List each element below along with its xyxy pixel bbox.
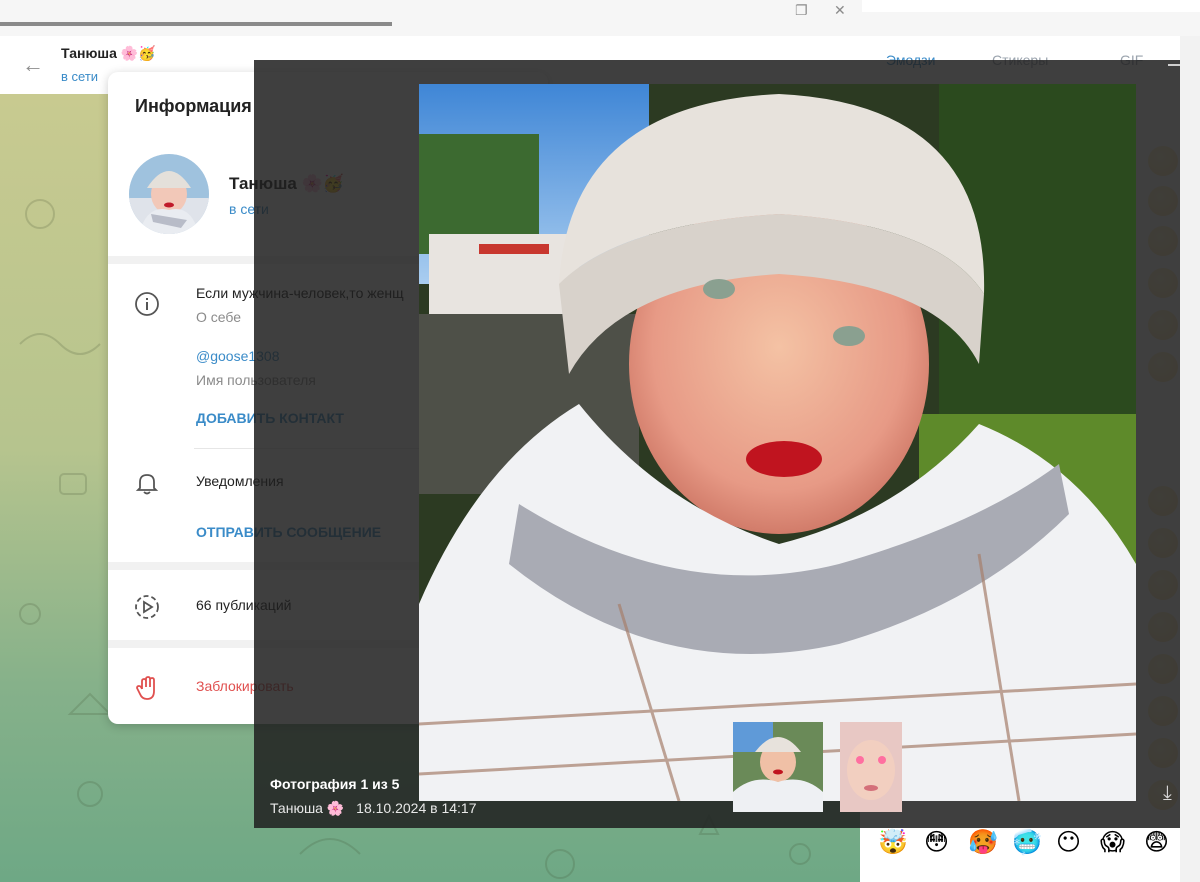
close-icon[interactable]: ✕ bbox=[834, 2, 846, 19]
main-photo[interactable] bbox=[419, 84, 1136, 801]
viewer-caption-meta: Танюша 🌸 18.10.2024 в 14:17 bbox=[270, 800, 477, 817]
titlebar-right-area bbox=[862, 0, 1200, 12]
chat-title[interactable]: Танюша 🌸🥳 bbox=[61, 45, 156, 62]
dialog-title: Информация bbox=[135, 96, 252, 116]
emoji-exploding-head[interactable]: 🤯 bbox=[878, 828, 908, 857]
thumbnail-1[interactable] bbox=[733, 722, 823, 812]
bell-icon bbox=[134, 470, 160, 496]
viewer-author[interactable]: Танюша 🌸 bbox=[270, 800, 344, 816]
viewer-date: 18.10.2024 в 14:17 bbox=[356, 800, 477, 816]
emoji-fearful[interactable]: 😨 bbox=[1144, 828, 1169, 857]
restore-window-icon[interactable]: ❐ bbox=[795, 2, 808, 19]
emoji-screaming[interactable]: 😱 bbox=[1100, 828, 1125, 857]
viewer-caption-title: Фотография 1 из 5 bbox=[270, 776, 400, 792]
back-arrow-icon[interactable]: ← bbox=[22, 52, 44, 78]
download-icon[interactable]: ⤓ bbox=[1163, 782, 1172, 805]
avatar[interactable] bbox=[129, 154, 209, 234]
thumbnail-2[interactable] bbox=[840, 722, 902, 812]
viewer-minimize-icon[interactable] bbox=[1168, 64, 1180, 66]
stories-icon bbox=[134, 594, 160, 620]
emoji-hot-face[interactable]: 🥵 bbox=[968, 828, 998, 857]
emoji-flushed[interactable]: 😳 bbox=[924, 828, 949, 857]
emoji-cold-face[interactable]: 🥶 bbox=[1012, 828, 1042, 857]
loading-bar bbox=[0, 22, 392, 26]
hand-block-icon bbox=[134, 675, 160, 701]
emoji-no-mouth[interactable]: 😶 bbox=[1056, 828, 1081, 857]
chat-status: в сети bbox=[61, 69, 99, 84]
window-titlebar: ❐ ✕ bbox=[0, 0, 1200, 36]
about-label: О себе bbox=[196, 309, 242, 325]
info-icon bbox=[134, 291, 160, 317]
